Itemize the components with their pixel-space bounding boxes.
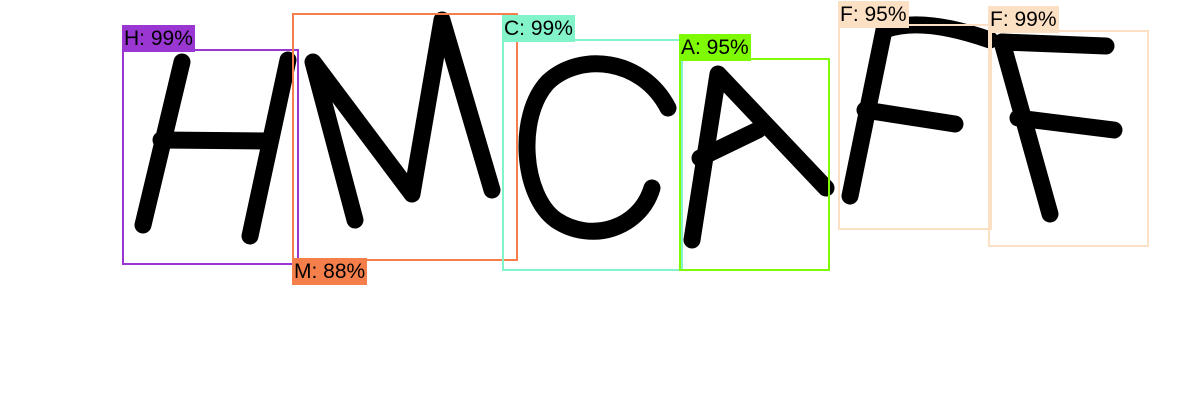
detection-label-a: A: 95% (679, 34, 751, 61)
detection-label-c: C: 99% (502, 15, 575, 42)
detection-label-f-1: F: 95% (838, 1, 909, 28)
bounding-box-f-1 (838, 24, 992, 230)
bounding-box-m (292, 13, 518, 261)
detection-label-h: H: 99% (122, 25, 195, 52)
detection-canvas: H: 99% M: 88% C: 99% A: 95% F: 95% F: 99… (0, 0, 1200, 420)
detection-label-m: M: 88% (292, 258, 368, 285)
bounding-box-f-2 (988, 30, 1149, 247)
bounding-box-a (679, 58, 830, 271)
bounding-box-h (122, 49, 299, 265)
bounding-box-c (502, 39, 683, 271)
detection-label-f-2: F: 99% (988, 6, 1059, 33)
